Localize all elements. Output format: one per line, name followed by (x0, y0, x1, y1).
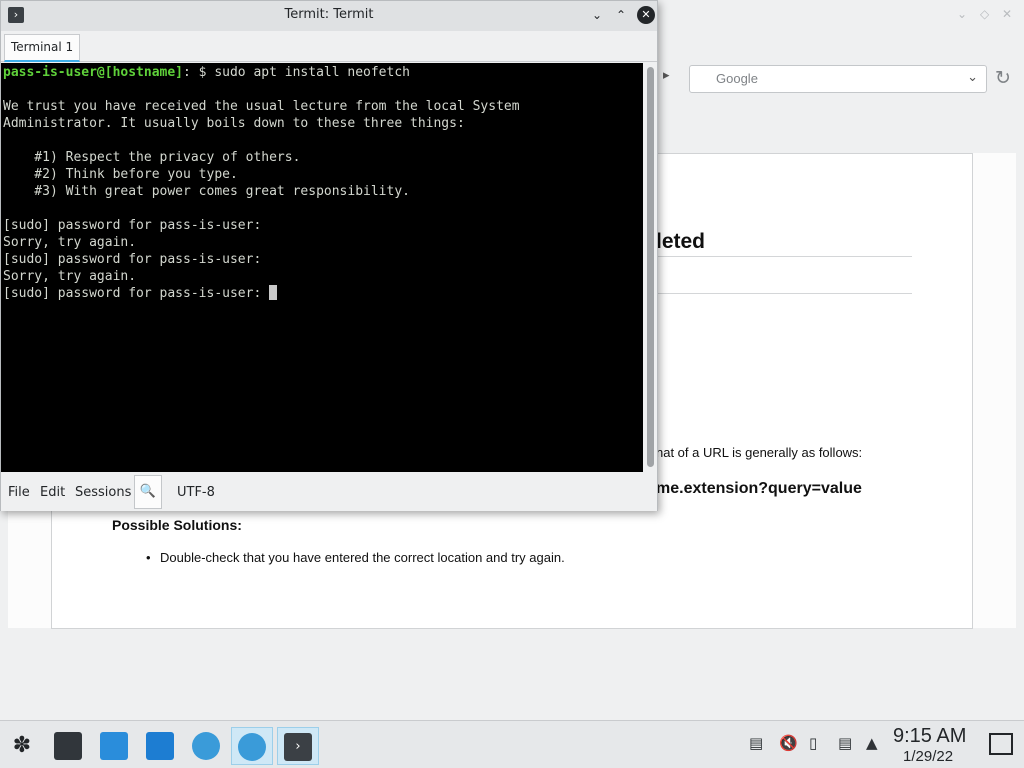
title-bar[interactable]: › Termit: Termit ⌄ ⌃ ✕ (1, 1, 657, 31)
maximize-icon[interactable]: ◇ (980, 7, 989, 21)
minimize-icon[interactable]: ⌄ (588, 6, 606, 24)
divider (656, 256, 912, 257)
maximize-icon[interactable]: ⌃ (612, 6, 630, 24)
menu-edit[interactable]: Edit (40, 485, 65, 500)
output-line: Administrator. It usually boils down to … (3, 116, 465, 131)
url-format-text: nat of a URL is generally as follows: (656, 445, 863, 460)
current-line: [sudo] password for pass-is-user: (3, 285, 641, 302)
bullet-icon: • (146, 550, 151, 565)
file-manager-icon[interactable] (139, 727, 181, 765)
encoding-selector[interactable]: UTF-8 (177, 485, 215, 500)
scrollbar-thumb[interactable] (647, 67, 654, 467)
window-title: Termit: Termit (284, 7, 374, 22)
text-cursor (269, 285, 278, 300)
clock-date[interactable]: 1/29/22 (903, 748, 953, 765)
prompt-command: : $ sudo apt install neofetch (183, 65, 410, 80)
output-line: Sorry, try again. (3, 269, 137, 284)
url-example: me.extension?query=value (656, 480, 862, 497)
chevron-right-icon[interactable]: ▸ (663, 68, 670, 83)
terminal-icon[interactable]: › (277, 727, 319, 765)
solution-text: Double-check that you have entered the c… (160, 550, 565, 565)
terminal-output[interactable]: pass-is-user@[hostname]: $ sudo apt inst… (1, 63, 643, 472)
application-launcher-icon[interactable]: ✽ (1, 727, 43, 765)
terminal-window: › Termit: Termit ⌄ ⌃ ✕ Terminal 1 pass-i… (0, 0, 658, 511)
output-line: Sorry, try again. (3, 235, 137, 250)
output-line: [sudo] password for pass-is-user: (3, 218, 262, 233)
show-desktop-icon[interactable] (989, 733, 1013, 755)
tray-expand-icon[interactable]: ▲ (866, 734, 878, 752)
output-line: We trust you have received the usual lec… (3, 99, 520, 114)
system-settings-icon[interactable] (47, 727, 89, 765)
discover-store-icon[interactable] (93, 727, 135, 765)
network-icon[interactable]: ▤ (838, 734, 852, 752)
clock-time[interactable]: 9:15 AM (893, 725, 966, 748)
search-engine-label: Google (716, 71, 758, 86)
menu-sessions[interactable]: Sessions (75, 485, 131, 500)
error-title: leted (656, 230, 706, 253)
password-prompt: [sudo] password for pass-is-user: (3, 286, 270, 301)
divider (656, 293, 912, 294)
close-icon[interactable]: ✕ (637, 6, 655, 24)
volume-muted-icon[interactable]: 🔇 (779, 734, 798, 752)
menu-bar: File Edit Sessions (1, 473, 657, 511)
output-line: [sudo] password for pass-is-user: (3, 252, 262, 267)
output-line: #2) Think before you type. (3, 167, 238, 182)
solutions-heading: Possible Solutions: (112, 517, 242, 533)
output-line: #3) With great power comes great respons… (3, 184, 410, 199)
search-icon[interactable]: 🔍 (134, 475, 162, 509)
minimize-icon[interactable]: ⌄ (957, 7, 967, 21)
close-icon[interactable]: ✕ (1002, 7, 1012, 21)
prompt-line: pass-is-user@[hostname]: $ sudo apt inst… (3, 64, 641, 81)
clipboard-icon[interactable]: ▤ (749, 734, 763, 752)
output-line: #1) Respect the privacy of others. (3, 150, 301, 165)
tab-bar: Terminal 1 (1, 31, 657, 62)
menu-file[interactable]: File (8, 485, 30, 500)
prompt-user: pass-is-user@[hostname] (3, 65, 184, 80)
reload-icon[interactable]: ↻ (995, 67, 1011, 89)
usb-device-icon[interactable]: ▯ (809, 734, 817, 752)
web-browser-icon[interactable] (185, 727, 227, 765)
web-browser-icon[interactable] (231, 727, 273, 765)
tab-terminal-1[interactable]: Terminal 1 (4, 34, 81, 62)
chevron-down-icon[interactable]: ⌄ (967, 70, 978, 85)
search-engine-field[interactable]: Google ⌄ (689, 65, 987, 93)
